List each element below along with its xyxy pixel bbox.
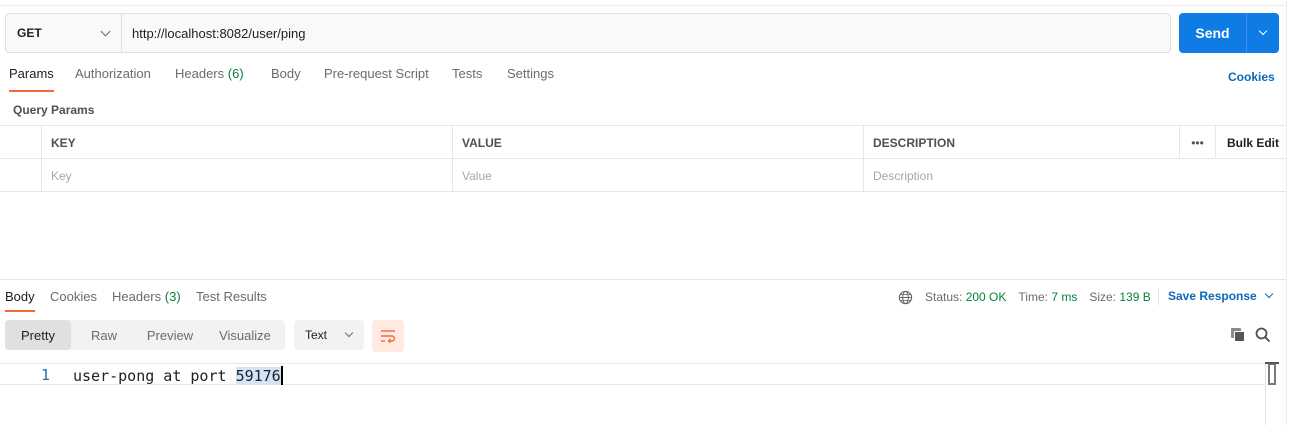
tab-pre-request-script[interactable]: Pre-request Script (324, 66, 429, 92)
response-headers-count: (3) (164, 289, 181, 304)
more-options-button[interactable]: ••• (1179, 126, 1215, 159)
chevron-down-icon (1258, 26, 1268, 36)
tab-label: Test Results (196, 289, 267, 304)
scrollbar-thumb[interactable] (1265, 362, 1279, 385)
chevron-down-icon (344, 328, 354, 338)
send-button-group: Send (1179, 13, 1279, 53)
meta-divider (1158, 288, 1159, 305)
wrap-lines-button[interactable] (372, 320, 404, 352)
copy-icon[interactable] (1230, 327, 1246, 343)
globe-icon[interactable] (898, 290, 913, 305)
tab-label: Settings (507, 66, 554, 81)
response-divider (0, 279, 1286, 280)
params-empty-row: Key Value Description (0, 159, 1286, 192)
view-visualize-button[interactable]: Visualize (205, 320, 285, 350)
tab-label: Cookies (50, 289, 97, 304)
view-raw-button[interactable]: Raw (71, 320, 137, 350)
response-tab-cookies[interactable]: Cookies (50, 289, 97, 312)
save-response-label: Save Response (1168, 289, 1257, 303)
size-label: Size: (1089, 290, 1117, 304)
tab-settings[interactable]: Settings (507, 66, 554, 92)
response-tab-test-results[interactable]: Test Results (196, 289, 267, 312)
tab-label: Headers (175, 66, 225, 81)
headers-count: (6) (227, 66, 244, 81)
value-column-header: VALUE (452, 126, 863, 159)
request-tabs: Params Authorization Headers (6) Body Pr… (0, 66, 1286, 92)
tab-label: Params (9, 66, 54, 81)
key-column-header: KEY (41, 126, 452, 159)
tab-headers[interactable]: Headers (6) (175, 66, 244, 92)
format-label: Text (305, 328, 328, 342)
save-response-button[interactable]: Save Response (1168, 289, 1273, 303)
top-divider (0, 5, 1286, 6)
tab-params[interactable]: Params (9, 66, 54, 92)
description-input[interactable]: Description (863, 159, 1286, 192)
wrap-lines-icon (381, 330, 396, 343)
time-value: 7 ms (1051, 290, 1078, 304)
chevron-down-icon (100, 26, 111, 36)
size-indicator[interactable]: Size: 139 B (1089, 290, 1150, 304)
response-body-text[interactable]: user-pong at port 59176 (73, 366, 283, 385)
row-checkbox-cell (0, 159, 41, 192)
response-meta: Status: 200 OK Time: 7 ms Size: 139 B (898, 289, 1163, 305)
body-highlighted-port: 59176 (235, 367, 281, 385)
status-indicator[interactable]: Status: 200 OK (925, 290, 1006, 304)
tab-label: Authorization (75, 66, 151, 81)
line-number: 1 (41, 366, 51, 384)
time-label: Time: (1018, 290, 1048, 304)
body-text: user-pong at port (73, 367, 236, 385)
tab-label: Pre-request Script (324, 66, 429, 81)
tab-tests[interactable]: Tests (452, 66, 482, 92)
right-edge-divider (1286, 0, 1287, 425)
url-input[interactable] (122, 14, 1170, 52)
view-pretty-button[interactable]: Pretty (5, 320, 71, 350)
description-column-header: DESCRIPTION (863, 126, 1179, 159)
value-input[interactable]: Value (452, 159, 863, 192)
text-caret (280, 366, 283, 385)
response-tab-body[interactable]: Body (5, 289, 35, 312)
size-value: 139 B (1119, 290, 1151, 304)
tab-authorization[interactable]: Authorization (75, 66, 151, 92)
send-button[interactable]: Send (1179, 13, 1246, 53)
url-bar: GET (5, 13, 1171, 53)
status-label: Status: (925, 290, 963, 304)
tab-body[interactable]: Body (271, 66, 301, 92)
search-icon[interactable] (1255, 327, 1271, 343)
params-table: KEY VALUE DESCRIPTION ••• Bulk Edit Key … (0, 125, 1286, 192)
tab-label: Headers (112, 289, 162, 304)
status-value: 200 OK (965, 290, 1007, 304)
view-mode-group: Pretty Raw Preview Visualize (5, 320, 285, 350)
method-select[interactable]: GET (6, 14, 122, 52)
response-tab-headers[interactable]: Headers (3) (112, 289, 181, 312)
cookies-link[interactable]: Cookies (1228, 70, 1275, 84)
key-input[interactable]: Key (41, 159, 452, 192)
checkbox-column-header (0, 126, 41, 159)
method-label: GET (17, 26, 42, 40)
format-select[interactable]: Text (294, 320, 364, 350)
tab-label: Body (5, 289, 35, 304)
time-indicator[interactable]: Time: 7 ms (1018, 290, 1077, 304)
tab-label: Body (271, 66, 301, 81)
tab-label: Tests (452, 66, 483, 81)
view-preview-button[interactable]: Preview (137, 320, 203, 350)
params-header-row: KEY VALUE DESCRIPTION ••• Bulk Edit (0, 126, 1286, 159)
query-params-title: Query Params (13, 103, 95, 117)
chevron-down-icon (1264, 289, 1273, 299)
bulk-edit-button[interactable]: Bulk Edit (1215, 126, 1286, 159)
send-options-button[interactable] (1247, 13, 1279, 53)
